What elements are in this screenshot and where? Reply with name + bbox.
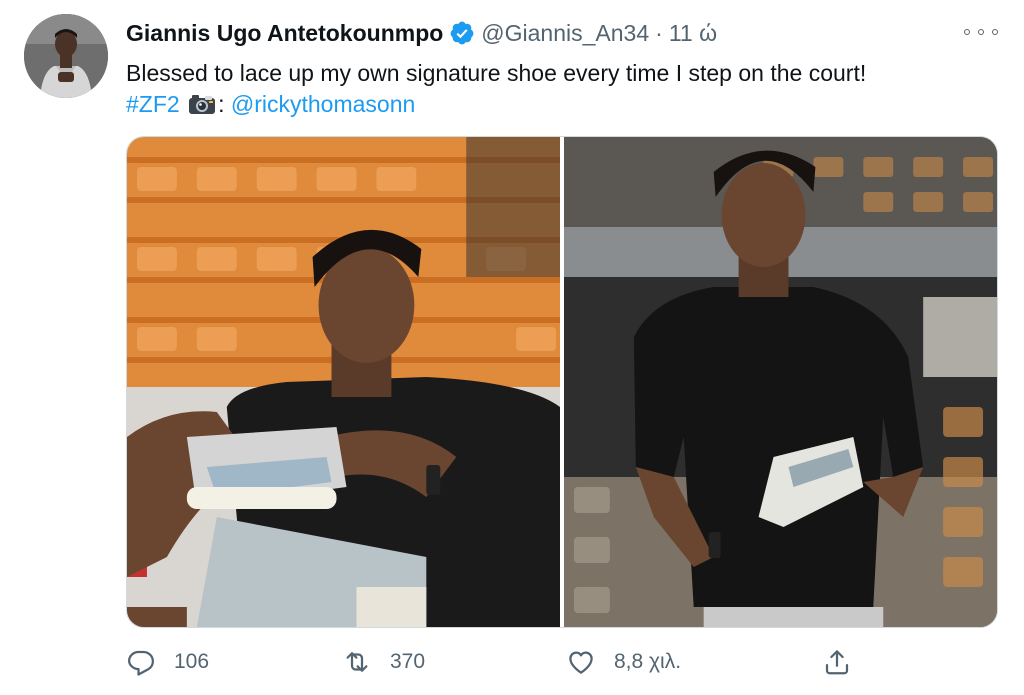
timestamp[interactable]: 11 ώ bbox=[669, 20, 717, 47]
reply-button[interactable]: 106 bbox=[126, 642, 209, 682]
separator-dot: · bbox=[655, 19, 663, 46]
share-button[interactable] bbox=[822, 642, 852, 682]
avatar[interactable] bbox=[24, 14, 108, 98]
more-dot bbox=[964, 29, 970, 35]
tweet-actions: 106 370 8,8 χιλ. bbox=[126, 642, 998, 682]
like-count: 8,8 χιλ. bbox=[614, 650, 682, 673]
more-dot bbox=[992, 29, 998, 35]
more-options-icon[interactable] bbox=[964, 22, 998, 42]
avatar-image bbox=[24, 14, 108, 98]
tweet: Giannis Ugo Antetokounmpo @Giannis_An34 … bbox=[0, 0, 1024, 695]
tweet-text: Blessed to lace up my own signature shoe… bbox=[126, 58, 866, 120]
camera-emoji-icon bbox=[189, 95, 216, 114]
reply-icon bbox=[128, 650, 154, 676]
verified-badge-icon bbox=[450, 21, 474, 45]
heart-icon bbox=[569, 651, 593, 674]
photo-standing-player[interactable] bbox=[564, 137, 997, 627]
tweet-text-line-2: #ZF2 : @rickythomasonn bbox=[126, 89, 866, 120]
more-dot bbox=[978, 29, 984, 35]
media-grid bbox=[126, 136, 998, 628]
photo-seated-player[interactable] bbox=[127, 137, 560, 627]
tweet-text-line-1: Blessed to lace up my own signature shoe… bbox=[126, 60, 867, 86]
photo-left-image bbox=[127, 137, 560, 627]
like-button[interactable]: 8,8 χιλ. bbox=[566, 642, 681, 682]
tweet-header: Giannis Ugo Antetokounmpo @Giannis_An34 … bbox=[126, 17, 717, 49]
retweet-icon bbox=[346, 652, 368, 672]
share-icon bbox=[825, 650, 849, 675]
display-name[interactable]: Giannis Ugo Antetokounmpo bbox=[126, 20, 443, 47]
colon: : bbox=[218, 91, 225, 117]
photo-right-image bbox=[564, 137, 997, 627]
user-handle[interactable]: @Giannis_An34 bbox=[481, 20, 649, 47]
hashtag-link[interactable]: #ZF2 bbox=[126, 91, 180, 117]
retweet-count: 370 bbox=[390, 650, 426, 673]
reply-count: 106 bbox=[174, 650, 210, 673]
mention-link[interactable]: @rickythomasonn bbox=[231, 91, 415, 117]
retweet-button[interactable]: 370 bbox=[342, 642, 425, 682]
